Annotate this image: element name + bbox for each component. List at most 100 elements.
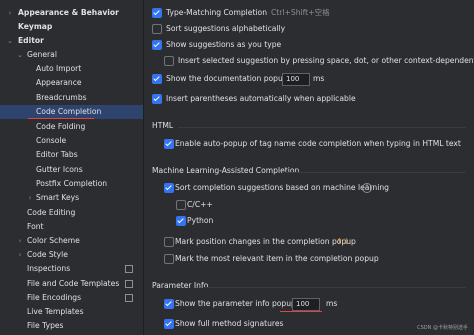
chevron-right-icon[interactable]: › bbox=[26, 191, 34, 205]
tree-item-file-code-templates[interactable]: File and Code Templates bbox=[0, 277, 143, 291]
tree-item-editor-tabs[interactable]: Editor Tabs bbox=[0, 148, 143, 162]
tree-item-label: Console bbox=[36, 136, 67, 145]
tree-item-label: File and Code Templates bbox=[27, 279, 120, 288]
tree-item-auto-import[interactable]: Auto Import bbox=[0, 62, 143, 76]
ml-cpp-label: C/C++ bbox=[187, 200, 213, 209]
doc-popup-checkbox[interactable] bbox=[152, 74, 162, 84]
tree-item-label: Appearance bbox=[36, 78, 82, 87]
mark-position-label: Mark position changes in the completion … bbox=[175, 237, 356, 246]
tree-item-file-encodings[interactable]: File Encodings bbox=[0, 291, 143, 305]
ml-python-label: Python bbox=[187, 216, 214, 225]
tree-item-smart-keys[interactable]: › Smart Keys bbox=[0, 191, 143, 205]
param-popup-delay-input[interactable]: 100 bbox=[292, 298, 320, 311]
doc-popup-ms-label: ms bbox=[313, 74, 325, 83]
tree-item-label: Editor Tabs bbox=[36, 150, 78, 159]
chevron-down-icon[interactable]: ⌄ bbox=[6, 34, 14, 48]
tree-item-label: Breadcrumbs bbox=[36, 93, 87, 102]
tree-item-breadcrumbs[interactable]: Breadcrumbs bbox=[0, 91, 143, 105]
chevron-right-icon[interactable]: › bbox=[16, 248, 24, 262]
tree-item-label: Code Style bbox=[27, 250, 68, 259]
param-popup-ms-label: ms bbox=[326, 299, 338, 308]
section-divider bbox=[204, 287, 466, 288]
section-title-html: HTML bbox=[152, 121, 174, 130]
tree-item-label: Editor bbox=[18, 36, 44, 45]
full-signature-label: Show full method signatures bbox=[175, 319, 284, 328]
tree-item-label: Code Completion bbox=[36, 107, 102, 116]
tree-item-label: Appearance & Behavior bbox=[18, 8, 119, 17]
tree-item-keymap[interactable]: Keymap bbox=[0, 20, 143, 34]
tree-item-label: Inspections bbox=[27, 264, 71, 273]
chevron-down-icon[interactable]: ⌄ bbox=[16, 48, 24, 62]
ml-sort-label: Sort completion suggestions based on mac… bbox=[175, 183, 389, 192]
section-title-ml: Machine Learning-Assisted Completion bbox=[152, 166, 300, 175]
show-as-type-label: Show suggestions as you type bbox=[166, 40, 282, 49]
tree-item-label: Color Scheme bbox=[27, 236, 80, 245]
param-popup-checkbox[interactable] bbox=[164, 299, 174, 309]
chevron-right-icon[interactable]: › bbox=[16, 234, 24, 248]
tree-item-label: Code Editing bbox=[27, 208, 76, 217]
type-matching-label: Type-Matching Completion bbox=[166, 8, 268, 17]
tree-item-label: File Encodings bbox=[27, 293, 82, 302]
tree-item-code-completion[interactable]: Code Completion bbox=[0, 105, 143, 119]
tree-item-general[interactable]: ⌄ General bbox=[0, 48, 143, 62]
section-divider bbox=[282, 172, 466, 173]
html-autopopup-checkbox[interactable] bbox=[164, 139, 174, 149]
mark-position-checkbox[interactable] bbox=[164, 237, 174, 247]
tree-item-code-style[interactable]: › Code Style bbox=[0, 248, 143, 262]
doc-popup-delay-input[interactable]: 100 bbox=[282, 73, 310, 86]
tree-item-gutter-icons[interactable]: Gutter Icons bbox=[0, 163, 143, 177]
tree-item-console[interactable]: Console bbox=[0, 134, 143, 148]
tree-item-editor[interactable]: ⌄ Editor bbox=[0, 34, 143, 48]
watermark-text: CSDN @卡秋特别选手 bbox=[417, 325, 468, 331]
code-completion-settings-panel: Type-Matching Completion Ctrl+Shift+空格 S… bbox=[144, 0, 474, 335]
ml-python-checkbox[interactable] bbox=[176, 216, 186, 226]
ml-sort-checkbox[interactable] bbox=[164, 183, 174, 193]
insert-selected-label: Insert selected suggestion by pressing s… bbox=[178, 56, 474, 65]
tree-item-label: File Types bbox=[27, 321, 64, 330]
tree-item-label: Live Templates bbox=[27, 307, 84, 316]
html-autopopup-label: Enable auto-popup of tag name code compl… bbox=[175, 139, 461, 148]
mark-relevant-checkbox[interactable] bbox=[164, 254, 174, 264]
tree-item-label: Postfix Completion bbox=[36, 179, 108, 188]
tree-item-color-scheme[interactable]: › Color Scheme bbox=[0, 234, 143, 248]
mark-relevant-label: Mark the most relevant item in the compl… bbox=[175, 254, 379, 263]
tree-item-code-folding[interactable]: Code Folding bbox=[0, 120, 143, 134]
help-icon[interactable]: ? bbox=[362, 183, 372, 193]
insert-selected-checkbox[interactable] bbox=[164, 56, 174, 66]
settings-sidebar: › Appearance & Behavior Keymap ⌄ Editor … bbox=[0, 0, 144, 335]
tree-item-appearance-behavior[interactable]: › Appearance & Behavior bbox=[0, 6, 143, 20]
annotation-underline bbox=[28, 118, 94, 119]
full-signature-checkbox[interactable] bbox=[164, 319, 174, 329]
project-scope-icon bbox=[125, 294, 133, 302]
insert-parens-label: Insert parentheses automatically when ap… bbox=[166, 94, 356, 103]
tree-item-appearance[interactable]: Appearance bbox=[0, 76, 143, 90]
tree-item-label: Smart Keys bbox=[36, 193, 80, 202]
project-scope-icon bbox=[125, 280, 133, 288]
position-change-arrows-icon: ↑↓ bbox=[336, 237, 350, 246]
show-as-type-checkbox[interactable] bbox=[152, 40, 162, 50]
tree-item-live-templates[interactable]: Live Templates bbox=[0, 305, 143, 319]
type-matching-shortcut: Ctrl+Shift+空格 bbox=[271, 8, 330, 17]
chevron-right-icon[interactable]: › bbox=[6, 6, 14, 20]
tree-item-label: Gutter Icons bbox=[36, 165, 83, 174]
sort-alpha-checkbox[interactable] bbox=[152, 24, 162, 34]
section-divider bbox=[178, 127, 466, 128]
tree-item-code-editing[interactable]: Code Editing bbox=[0, 206, 143, 220]
project-scope-icon bbox=[125, 265, 133, 273]
sort-alpha-label: Sort suggestions alphabetically bbox=[166, 24, 286, 33]
param-popup-label: Show the parameter info popup in bbox=[175, 299, 306, 308]
tree-item-font[interactable]: Font bbox=[0, 220, 143, 234]
doc-popup-label: Show the documentation popup in bbox=[166, 74, 297, 83]
section-title-parameter-info: Parameter Info bbox=[152, 281, 209, 290]
tree-item-file-types[interactable]: File Types bbox=[0, 319, 143, 333]
tree-item-label: Font bbox=[27, 222, 44, 231]
ml-cpp-checkbox[interactable] bbox=[176, 200, 186, 210]
type-matching-checkbox[interactable] bbox=[152, 8, 162, 18]
tree-item-postfix-completion[interactable]: Postfix Completion bbox=[0, 177, 143, 191]
tree-item-inspections[interactable]: Inspections bbox=[0, 262, 143, 276]
tree-item-label: Keymap bbox=[18, 22, 53, 31]
tree-item-label: Code Folding bbox=[36, 122, 86, 131]
insert-parens-checkbox[interactable] bbox=[152, 94, 162, 104]
tree-item-label: General bbox=[27, 50, 57, 59]
annotation-underline bbox=[280, 311, 322, 312]
